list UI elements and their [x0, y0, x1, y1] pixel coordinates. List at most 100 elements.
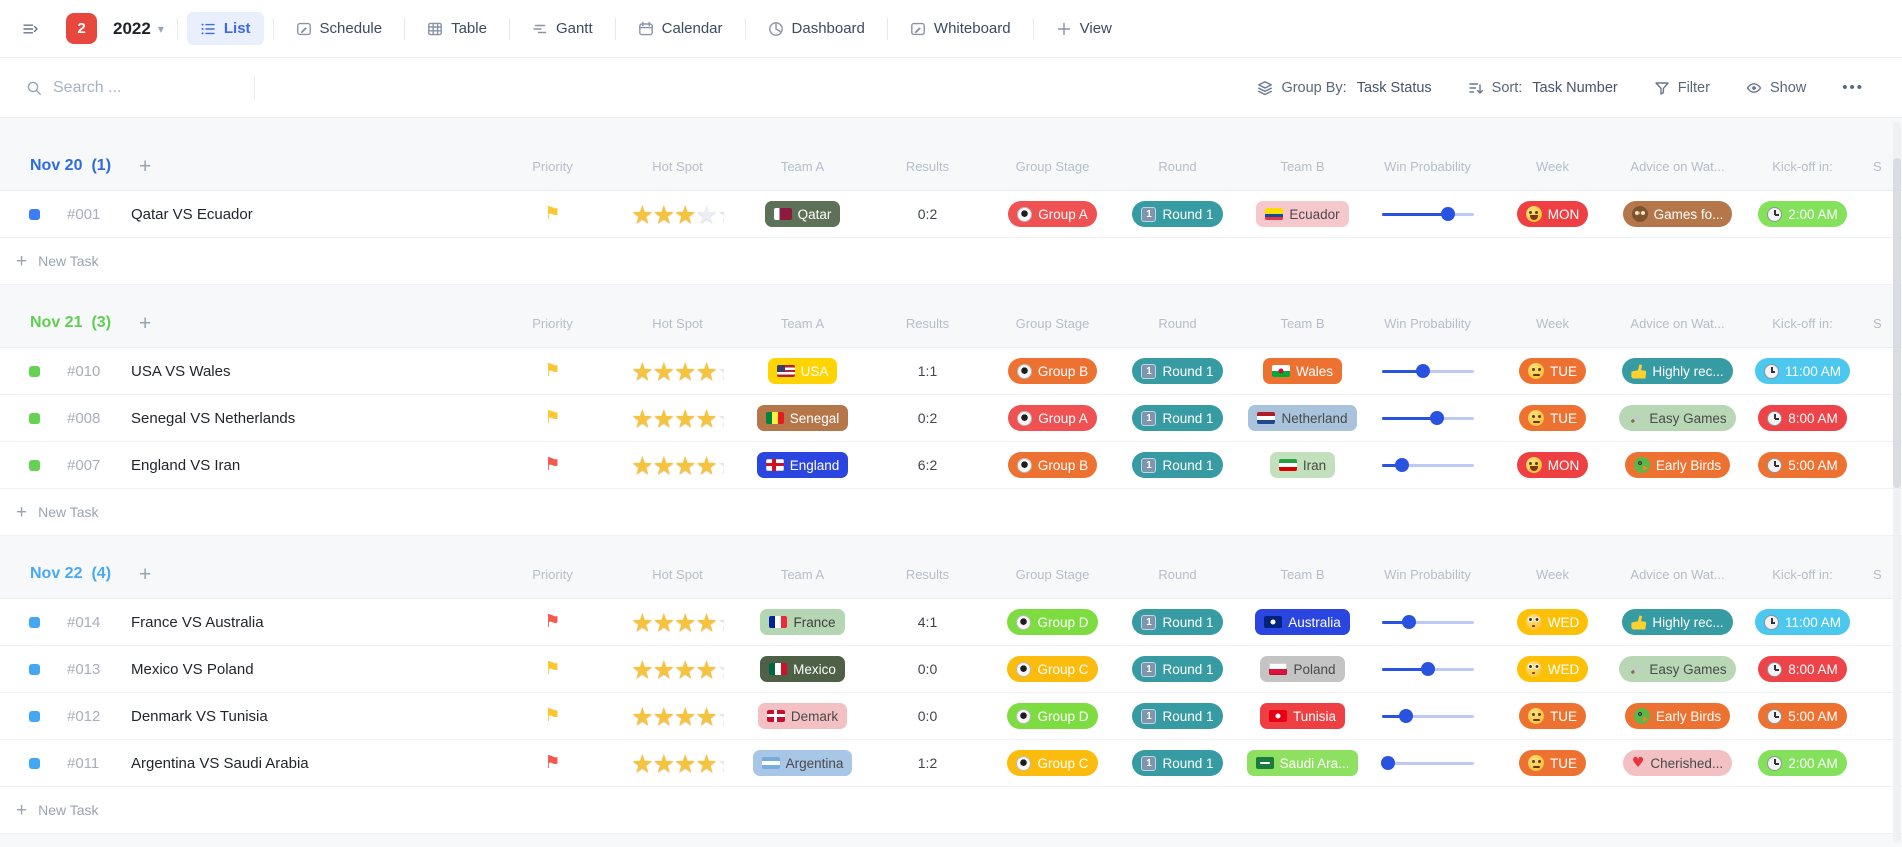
star-filled-icon[interactable]: ★	[631, 610, 652, 635]
tab-view[interactable]: View	[1043, 12, 1125, 45]
results-cell[interactable]: 1:2	[865, 755, 990, 771]
add-task-icon[interactable]: +	[139, 156, 151, 177]
week-badge[interactable]: TUE	[1519, 750, 1586, 776]
task-status-checkbox[interactable]	[29, 209, 40, 220]
results-cell[interactable]: 0:0	[865, 708, 990, 724]
star-filled-icon[interactable]: ★	[674, 751, 695, 776]
group-stage-cell[interactable]: Group A	[990, 405, 1115, 431]
star-filled-icon[interactable]: ★	[674, 704, 695, 729]
advice-badge[interactable]: Early Birds	[1625, 452, 1730, 478]
advice-badge[interactable]: Games fo...	[1623, 201, 1733, 227]
more-options-button[interactable]: •••	[1842, 79, 1864, 96]
kickoff-badge[interactable]: 11:00 AM	[1755, 609, 1850, 635]
star-filled-icon[interactable]: ★	[674, 359, 695, 384]
star-filled-icon[interactable]: ★	[631, 406, 652, 431]
win-probability-cell[interactable]	[1365, 662, 1490, 676]
workspace-switcher[interactable]: 2022 ▾	[113, 19, 164, 39]
win-probability-slider[interactable]	[1382, 662, 1474, 676]
week-cell[interactable]: TUE	[1490, 405, 1615, 431]
priority-flag-icon[interactable]: ⚑	[544, 362, 560, 380]
group-stage-badge[interactable]: Group C	[1007, 656, 1097, 682]
results-cell[interactable]: 0:2	[865, 206, 990, 222]
task-status-checkbox[interactable]	[29, 617, 40, 628]
team-a-cell[interactable]: Mexico	[740, 656, 865, 682]
priority-cell[interactable]: ⚑	[490, 613, 615, 631]
week-cell[interactable]: TUE	[1490, 358, 1615, 384]
week-badge[interactable]: MON	[1517, 201, 1589, 227]
group-stage-badge[interactable]: Group B	[1008, 452, 1097, 478]
priority-cell[interactable]: ⚑	[490, 362, 615, 380]
task-status-checkbox[interactable]	[29, 460, 40, 471]
kickoff-cell[interactable]: 5:00 AM	[1740, 452, 1865, 478]
group-stage-cell[interactable]: Group D	[990, 703, 1115, 729]
priority-flag-icon[interactable]: ⚑	[544, 660, 560, 678]
star-filled-icon[interactable]: ★	[674, 453, 695, 478]
slider-handle[interactable]	[1421, 662, 1435, 676]
group-stage-cell[interactable]: Group B	[990, 452, 1115, 478]
priority-flag-icon[interactable]: ⚑	[544, 613, 560, 631]
team-a-cell[interactable]: Argentina	[740, 750, 865, 776]
task-status-checkbox[interactable]	[29, 711, 40, 722]
task-row[interactable]: #008 Senegal VS Netherlands ⚑ ★★★★★ Sene…	[0, 395, 1902, 442]
team-a-cell[interactable]: France	[740, 609, 865, 635]
round-badge[interactable]: 1Round 1	[1132, 750, 1222, 776]
priority-flag-icon[interactable]: ⚑	[544, 707, 560, 725]
slider-handle[interactable]	[1399, 709, 1413, 723]
notification-count-badge[interactable]: 2	[66, 13, 97, 44]
kickoff-cell[interactable]: 11:00 AM	[1740, 358, 1865, 384]
week-badge[interactable]: WED	[1517, 656, 1589, 682]
slider-handle[interactable]	[1381, 756, 1395, 770]
star-filled-icon[interactable]: ★	[653, 202, 674, 227]
kickoff-badge[interactable]: 5:00 AM	[1758, 452, 1847, 478]
hot-spot-cell[interactable]: ★★★★★	[615, 657, 740, 682]
priority-cell[interactable]: ⚑	[490, 660, 615, 678]
task-row[interactable]: #011 Argentina VS Saudi Arabia ⚑ ★★★★★ A…	[0, 740, 1902, 787]
star-rating[interactable]: ★★★★★	[631, 453, 724, 478]
team-b-badge[interactable]: Tunisia	[1260, 703, 1345, 729]
new-task-button[interactable]: + New Task	[0, 238, 1902, 285]
task-row[interactable]: #013 Mexico VS Poland ⚑ ★★★★★ Mexico 0:0…	[0, 646, 1902, 693]
star-empty-icon[interactable]: ★	[695, 202, 716, 227]
task-row[interactable]: #010 USA VS Wales ⚑ ★★★★★ USA 1:1 Group …	[0, 348, 1902, 395]
slider-handle[interactable]	[1441, 207, 1455, 221]
team-a-badge[interactable]: France	[760, 609, 844, 635]
win-probability-slider[interactable]	[1382, 615, 1474, 629]
win-probability-cell[interactable]	[1365, 615, 1490, 629]
hot-spot-cell[interactable]: ★★★★★	[615, 202, 740, 227]
group-stage-badge[interactable]: Group D	[1007, 703, 1097, 729]
priority-cell[interactable]: ⚑	[490, 456, 615, 474]
task-row[interactable]: #012 Denmark VS Tunisia ⚑ ★★★★★ Demark 0…	[0, 693, 1902, 740]
results-cell[interactable]: 4:1	[865, 614, 990, 630]
week-cell[interactable]: MON	[1490, 201, 1615, 227]
advice-cell[interactable]: Easy Games	[1615, 656, 1740, 682]
group-stage-badge[interactable]: Group B	[1008, 358, 1097, 384]
team-a-badge[interactable]: Argentina	[753, 750, 853, 776]
round-badge[interactable]: 1Round 1	[1132, 405, 1222, 431]
kickoff-cell[interactable]: 8:00 AM	[1740, 405, 1865, 431]
priority-cell[interactable]: ⚑	[490, 409, 615, 427]
win-probability-slider[interactable]	[1382, 364, 1474, 378]
team-a-cell[interactable]: USA	[740, 358, 865, 384]
star-filled-icon[interactable]: ★	[631, 704, 652, 729]
slider-handle[interactable]	[1416, 364, 1430, 378]
win-probability-slider[interactable]	[1382, 458, 1474, 472]
team-a-cell[interactable]: Qatar	[740, 201, 865, 227]
group-stage-badge[interactable]: Group A	[1008, 405, 1097, 431]
kickoff-cell[interactable]: 5:00 AM	[1740, 703, 1865, 729]
star-filled-icon[interactable]: ★	[653, 751, 674, 776]
team-b-badge[interactable]: Wales	[1263, 358, 1342, 384]
team-a-badge[interactable]: Senegal	[757, 405, 849, 431]
vertical-scrollbar[interactable]	[1893, 122, 1901, 843]
week-badge[interactable]: TUE	[1519, 405, 1586, 431]
slider-handle[interactable]	[1395, 458, 1409, 472]
kickoff-cell[interactable]: 2:00 AM	[1740, 201, 1865, 227]
star-filled-icon[interactable]: ★	[631, 202, 652, 227]
task-status-checkbox[interactable]	[29, 413, 40, 424]
team-b-cell[interactable]: Saudi Ara...	[1240, 750, 1365, 776]
advice-badge[interactable]: Highly rec...	[1622, 358, 1732, 384]
advice-badge[interactable]: ♥Cherished...	[1623, 750, 1732, 776]
sidebar-toggle-icon[interactable]	[22, 21, 38, 37]
star-filled-icon[interactable]: ★	[653, 359, 674, 384]
tab-schedule[interactable]: Schedule	[283, 12, 396, 45]
kickoff-cell[interactable]: 8:00 AM	[1740, 656, 1865, 682]
